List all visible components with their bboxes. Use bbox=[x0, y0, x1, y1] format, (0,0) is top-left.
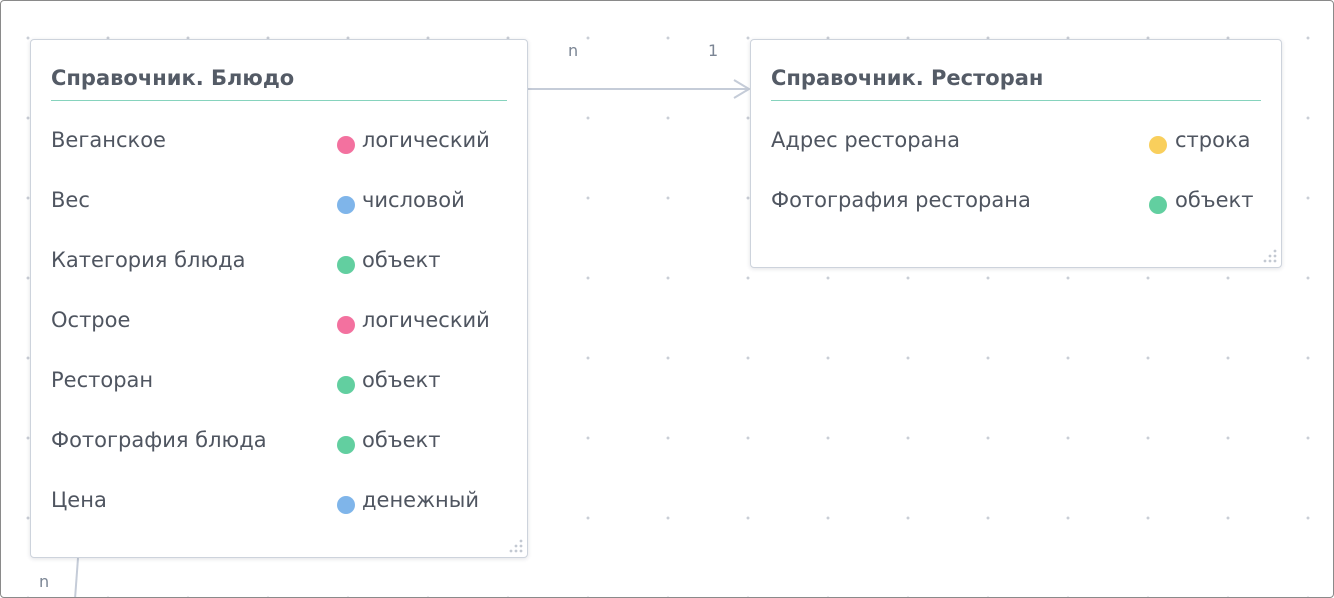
type-color-dot bbox=[337, 376, 355, 394]
type-color-dot bbox=[337, 496, 355, 514]
field-type: логический bbox=[362, 128, 490, 152]
field-name: Цена bbox=[51, 488, 107, 512]
relation-cardinality-bottom: n bbox=[39, 572, 50, 591]
field-name: Острое bbox=[51, 308, 131, 332]
type-color-dot bbox=[1149, 196, 1167, 214]
resize-handle-icon[interactable] bbox=[1263, 249, 1277, 263]
field-type: числовой bbox=[362, 188, 465, 212]
field-name: Вес bbox=[51, 188, 90, 212]
relation-cardinality-from: n bbox=[568, 41, 579, 60]
entity-title-divider bbox=[51, 100, 507, 101]
resize-handle-icon[interactable] bbox=[509, 539, 523, 553]
entity-card-dish[interactable]: Справочник. Блюдо Веганское логический В… bbox=[30, 39, 528, 558]
entity-card-restaurant[interactable]: Справочник. Ресторан Адрес ресторана стр… bbox=[750, 39, 1282, 268]
type-color-dot bbox=[337, 316, 355, 334]
relation-cardinality-to: 1 bbox=[708, 41, 719, 60]
field-type: строка bbox=[1175, 128, 1251, 152]
entity-title: Справочник. Блюдо bbox=[51, 66, 295, 90]
field-name: Фотография ресторана bbox=[771, 188, 1031, 212]
type-color-dot bbox=[337, 436, 355, 454]
type-color-dot bbox=[337, 136, 355, 154]
field-type: объект bbox=[362, 368, 441, 392]
field-name: Веганское bbox=[51, 128, 166, 152]
field-type: объект bbox=[362, 428, 441, 452]
field-type: объект bbox=[1175, 188, 1254, 212]
entity-title: Справочник. Ресторан bbox=[771, 66, 1044, 90]
field-name: Адрес ресторана bbox=[771, 128, 961, 152]
field-type: объект bbox=[362, 248, 441, 272]
field-name: Ресторан bbox=[51, 368, 154, 392]
type-color-dot bbox=[1149, 136, 1167, 154]
field-name: Категория блюда bbox=[51, 248, 246, 272]
type-color-dot bbox=[337, 196, 355, 214]
type-color-dot bbox=[337, 256, 355, 274]
relation-line-dish-down[interactable] bbox=[74, 557, 79, 598]
diagram-canvas[interactable]: n 1 n Справочник. Блюдо Веганское логиче… bbox=[0, 0, 1334, 598]
field-type: логический bbox=[362, 308, 490, 332]
field-type: денежный bbox=[362, 488, 479, 512]
entity-title-divider bbox=[771, 100, 1261, 101]
field-name: Фотография блюда bbox=[51, 428, 267, 452]
